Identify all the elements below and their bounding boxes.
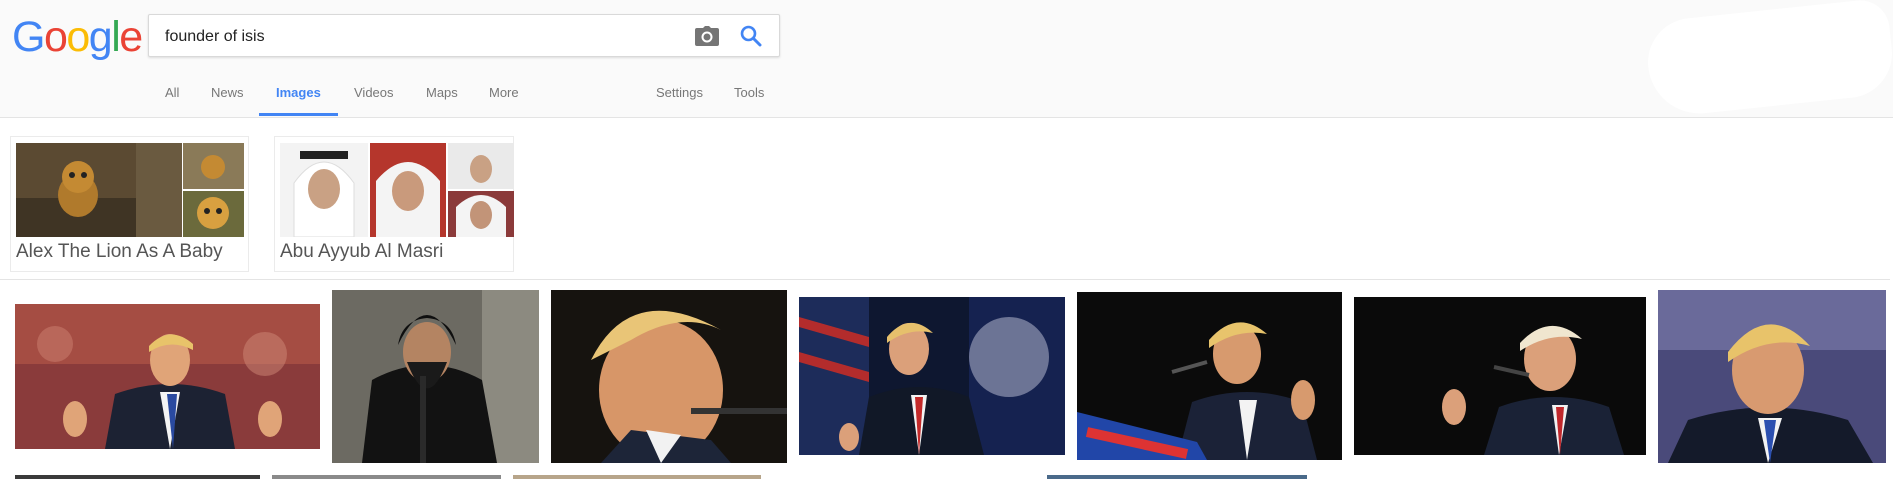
tab-images[interactable]: Images bbox=[276, 84, 321, 116]
tab-videos[interactable]: Videos bbox=[354, 84, 394, 116]
search-input[interactable] bbox=[163, 23, 687, 51]
related-search-card[interactable]: Alex The Lion As A Baby bbox=[10, 136, 249, 272]
header-bar: Google founder of isis All News Images V… bbox=[0, 0, 1893, 119]
result-image[interactable] bbox=[1658, 290, 1886, 463]
active-tab-indicator bbox=[259, 113, 338, 116]
settings-link[interactable]: Settings bbox=[656, 84, 703, 116]
logo-letter: e bbox=[119, 13, 143, 61]
result-image[interactable] bbox=[332, 290, 539, 463]
logo-letter: o bbox=[43, 13, 68, 61]
logo-letter: G bbox=[12, 13, 45, 61]
related-search-card[interactable]: Abu Ayyub Al Masri bbox=[274, 136, 514, 272]
search-box bbox=[148, 14, 780, 57]
result-image[interactable] bbox=[1077, 292, 1342, 460]
tab-all[interactable]: All bbox=[165, 84, 179, 116]
tab-more[interactable]: More bbox=[489, 84, 519, 116]
related-search-label: Alex The Lion As A Baby bbox=[16, 241, 223, 262]
related-thumbnails bbox=[16, 143, 244, 237]
result-image[interactable] bbox=[15, 304, 320, 449]
related-search-label: Abu Ayyub Al Masri bbox=[280, 241, 444, 262]
result-image[interactable] bbox=[272, 475, 501, 479]
result-image[interactable] bbox=[15, 475, 260, 479]
redaction-scribble bbox=[1643, 0, 1893, 119]
result-image[interactable] bbox=[1047, 475, 1307, 479]
google-logo[interactable]: Google bbox=[12, 13, 143, 61]
tab-maps[interactable]: Maps bbox=[426, 84, 458, 116]
search-icon[interactable] bbox=[740, 25, 762, 47]
section-divider bbox=[0, 279, 1890, 280]
tab-news[interactable]: News bbox=[211, 84, 244, 116]
logo-letter: o bbox=[66, 13, 90, 61]
result-image[interactable] bbox=[513, 475, 761, 479]
related-thumbnails bbox=[280, 143, 514, 238]
logo-letter: g bbox=[88, 13, 113, 61]
tools-link[interactable]: Tools bbox=[734, 84, 764, 116]
result-image[interactable] bbox=[551, 290, 787, 463]
camera-icon[interactable] bbox=[695, 26, 719, 46]
result-image[interactable] bbox=[1354, 297, 1646, 455]
result-image[interactable] bbox=[799, 297, 1065, 455]
